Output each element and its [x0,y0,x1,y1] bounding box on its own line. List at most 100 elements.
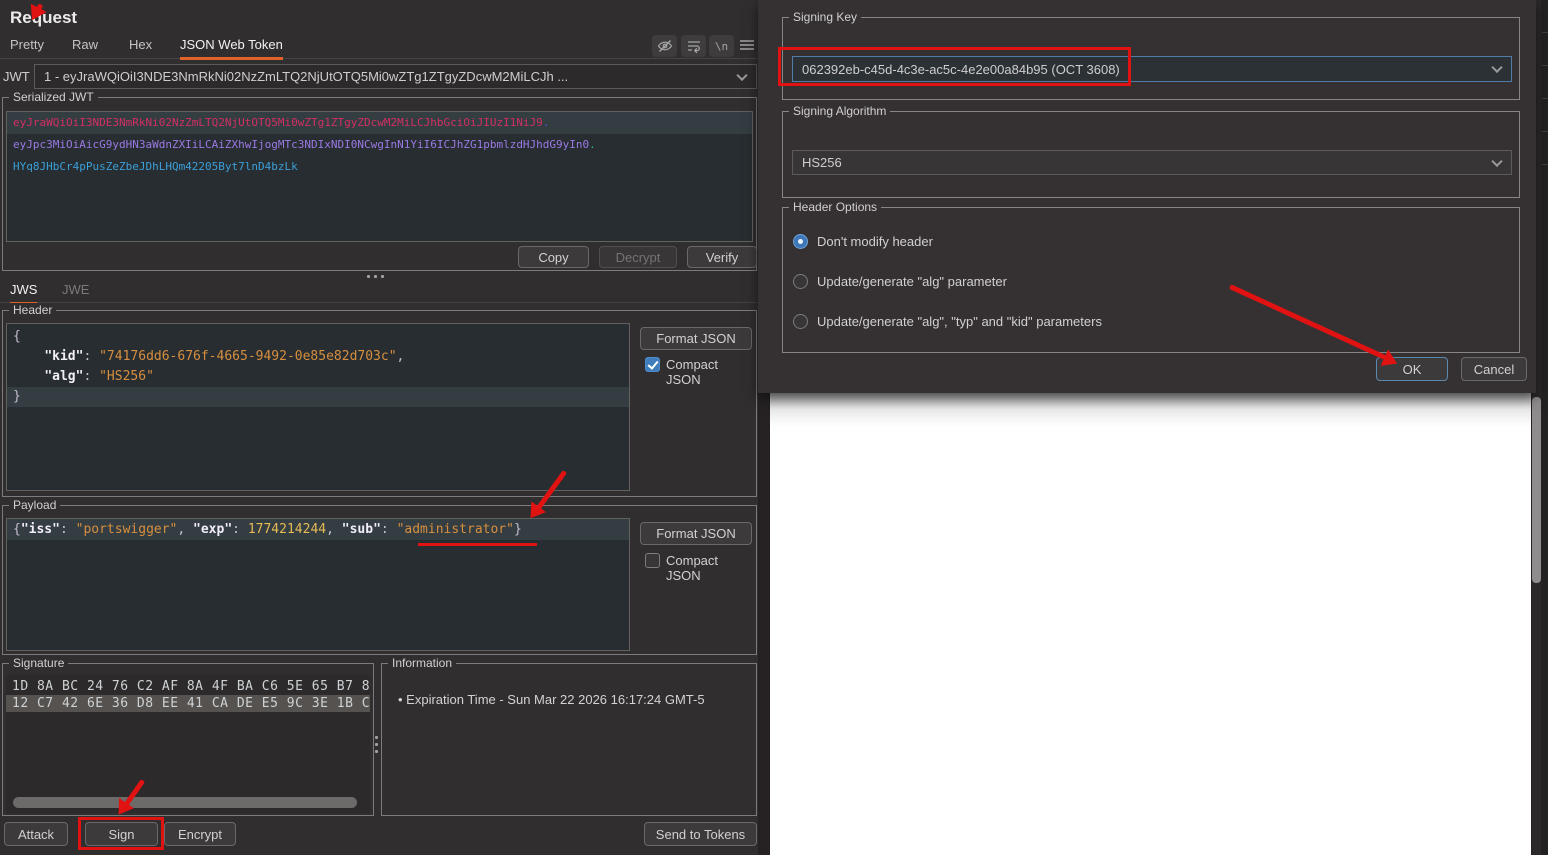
signature-horizontal-scrollbar[interactable] [9,797,361,809]
json-token: : [59,522,76,537]
menu-icon[interactable] [738,37,756,53]
radio-label: Don't modify header [817,234,933,249]
signature-scrollbar-thumb[interactable] [13,797,357,808]
json-token: "alg" [44,369,84,384]
signature-group: Signature 1D 8A BC 24 76 C2 AF 8A 4F BA … [2,656,374,816]
editor-tabstrip: Pretty Raw Hex JSON Web Token \n [0,34,758,60]
vertical-splitter-handle[interactable] [375,736,378,753]
window-edge-strip [1542,0,1548,855]
copy-button[interactable]: Copy [518,246,589,268]
signing-algorithm-value: HS256 [802,155,842,170]
jwt-dot-2: . [589,138,596,151]
radio-update-alg-typ-kid[interactable]: Update/generate "alg", "typ" and "kid" p… [793,314,1102,329]
header-json-line: "kid": "74176dd6-676f-4665-9492-0e85e82d… [7,347,629,367]
jwt-selector-combobox[interactable]: 1 - eyJraWQiOiI3NDE3NmRkNi02NzZmLTQ2NjUt… [34,64,757,89]
json-token: 1774214244 [247,522,327,537]
tab-json-web-token[interactable]: JSON Web Token [180,37,283,60]
json-token: { [13,329,21,344]
radio-label: Update/generate "alg", "typ" and "kid" p… [817,314,1102,329]
json-token: : [232,522,248,537]
json-token: , [177,522,194,537]
verify-button[interactable]: Verify [687,246,757,268]
tab-pretty[interactable]: Pretty [10,37,44,57]
decrypt-button[interactable]: Decrypt [599,246,677,268]
json-token: : [83,369,100,384]
chevron-down-icon [1491,61,1503,74]
tab-jws[interactable]: JWS [10,282,38,305]
horizontal-splitter-handle[interactable] [367,275,384,278]
hide-nonprintable-icon[interactable] [652,35,677,57]
tab-raw[interactable]: Raw [72,37,98,57]
header-json-line: { [7,327,629,347]
header-json-line: "alg": "HS256" [7,367,629,387]
header-options-group-label: Header Options [789,200,882,215]
cancel-button[interactable]: Cancel [1461,357,1527,381]
jwt-dot-1: . [542,116,550,129]
signature-group-label: Signature [9,656,69,671]
vertical-scrollbar-thumb[interactable] [1532,397,1541,583]
header-options-group: Header Options Don't modify header Updat… [782,200,1520,353]
payload-format-json-button[interactable]: Format JSON [640,522,752,545]
signing-algorithm-group: Signing Algorithm HS256 [782,104,1520,198]
soft-wrap-icon[interactable] [681,35,706,57]
json-token: "sub" [341,522,381,537]
radio-update-alg[interactable]: Update/generate "alg" parameter [793,274,1007,289]
payload-compact-json-checkbox[interactable] [645,553,660,568]
request-panel: Request Pretty Raw Hex JSON Web Token \n… [0,0,758,855]
header-compact-json-checkbox[interactable] [645,357,660,372]
header-compact-json-label: Compact JSON [666,357,719,387]
jws-jwe-tabstrip: JWS JWE [0,281,758,305]
json-token: : [380,522,397,537]
json-token: } [513,522,522,537]
radio-dont-modify-header[interactable]: Don't modify header [793,234,933,249]
annotation-rect-signing-key [778,47,1131,86]
burp-jwt-editor-screen: Request Pretty Raw Hex JSON Web Token \n… [0,0,1548,855]
json-token: } [13,389,21,404]
newline-icon[interactable]: \n [709,35,734,57]
signing-algorithm-combobox[interactable]: HS256 [792,150,1512,175]
signing-algorithm-group-label: Signing Algorithm [789,104,891,119]
information-entry: • Expiration Time - Sun Mar 22 2026 16:1… [398,692,705,707]
signing-key-group-label: Signing Key [789,10,862,25]
json-token: "portswigger" [75,522,178,537]
json-token: "iss" [20,522,60,537]
jwt-signature-part: HYq8JHbCr4pPusZeZbeJDhLHQm42205Byt7lnD4b… [13,160,298,173]
jwt-selector-value: 1 - eyJraWQiOiI3NDE3NmRkNi02NzZmLTQ2NjUt… [44,69,569,84]
json-token: "HS256" [99,369,154,384]
json-token: "kid" [44,349,84,364]
signature-editor[interactable]: 1D 8A BC 24 76 C2 AF 8A 4F BA C6 5E 65 B… [6,675,370,813]
jws-payload-group: Payload {"iss": "portswigger", "exp": 17… [2,498,757,655]
information-group: Information • Expiration Time - Sun Mar … [381,656,757,816]
browser-page-background [770,393,1531,855]
tab-hex[interactable]: Hex [129,37,152,57]
radio-icon [793,234,808,249]
encrypt-button[interactable]: Encrypt [164,822,236,846]
jws-header-group-label: Header [9,303,57,318]
jwt-selector-label: JWT [3,69,30,84]
radio-icon [793,274,808,289]
json-token: , [326,522,342,537]
jws-header-editor[interactable]: { "kid": "74176dd6-676f-4665-9492-0e85e8… [6,323,630,491]
signature-hex-line-1: 1D 8A BC 24 76 C2 AF 8A 4F BA C6 5E 65 B… [12,679,370,694]
json-token: : [83,349,100,364]
attack-button[interactable]: Attack [4,822,68,846]
tab-jwe[interactable]: JWE [62,282,89,302]
json-token: , [396,349,405,364]
jws-payload-group-label: Payload [9,498,61,513]
payload-compact-json-label: Compact JSON [666,553,719,583]
json-token: { [13,522,21,537]
jws-payload-editor[interactable]: {"iss": "portswigger", "exp": 1774214244… [6,518,630,651]
jwt-payload-part: eyJpc3MiOiAicG9ydHN3aWdnZXIiLCAiZXhwIjog… [13,138,590,151]
json-token: "exp" [193,522,233,537]
jwt-header-line: eyJraWQiOiI3NDE3NmRkNi02NzZmLTQ2NjUtOTQ5… [7,112,752,134]
jws-header-group: Header { "kid": "74176dd6-676f-4665-9492… [2,303,757,497]
chevron-down-icon [1491,155,1503,167]
send-to-tokens-button[interactable]: Send to Tokens [644,822,757,846]
serialized-jwt-editor[interactable]: eyJraWQiOiI3NDE3NmRkNi02NzZmLTQ2NjUtOTQ5… [6,111,753,242]
annotation-arrow-request-title [36,3,44,11]
json-token-sub-value: "administrator" [396,522,514,537]
header-format-json-button[interactable]: Format JSON [640,327,752,350]
annotation-rect-sign-button [78,817,164,850]
signature-hex-line-2: 12 C7 42 6E 36 D8 EE 41 CA DE E5 9C 3E 1… [6,695,370,712]
chevron-down-icon [736,69,748,81]
